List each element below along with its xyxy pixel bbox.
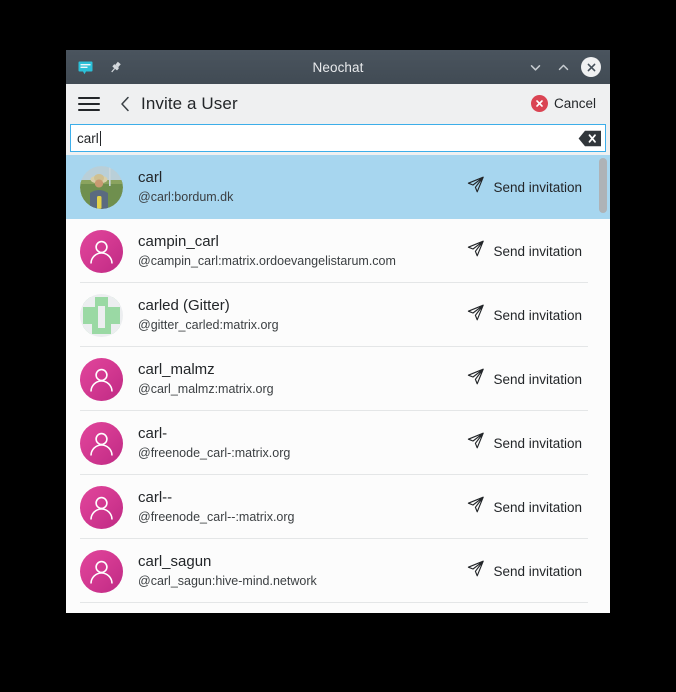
chevron-left-icon[interactable] bbox=[116, 92, 134, 116]
titlebar-left-buttons bbox=[72, 54, 128, 80]
cancel-circle-icon bbox=[530, 95, 548, 112]
close-icon bbox=[581, 57, 601, 77]
send-invitation-label: Send invitation bbox=[493, 435, 582, 451]
user-matrix-id: @carl:bordum.dk bbox=[138, 190, 234, 204]
send-invitation-button[interactable]: Send invitation bbox=[466, 559, 582, 583]
hamburger-bar bbox=[78, 96, 100, 99]
user-text-block: carl- @freenode_carl-:matrix.org bbox=[138, 425, 466, 461]
hamburger-menu-icon[interactable] bbox=[78, 92, 102, 116]
user-avatar-placeholder-icon bbox=[80, 421, 123, 465]
user-text-block: carled (Gitter) @gitter_carled:matrix.org bbox=[138, 297, 466, 333]
user-text-block: carl @carl:bordum.dk bbox=[138, 169, 466, 205]
send-invitation-label: Send invitation bbox=[493, 499, 582, 515]
chat-bubble-icon[interactable] bbox=[72, 54, 98, 80]
chevron-up-icon[interactable] bbox=[550, 54, 576, 80]
user-text-block: carl_sagun @carl_sagun:hive-mind.network bbox=[138, 553, 466, 589]
search-input[interactable]: carl bbox=[70, 124, 606, 152]
user-display-name: carl bbox=[138, 169, 163, 186]
user-matrix-id: @campin_carl:matrix.ordoevangelistarum.c… bbox=[138, 254, 396, 268]
send-invitation-button[interactable]: Send invitation bbox=[466, 495, 582, 519]
page-header: Invite a User Cancel bbox=[66, 84, 610, 124]
window-titlebar[interactable]: Neochat bbox=[66, 50, 610, 84]
send-paper-plane-icon bbox=[466, 559, 485, 583]
send-invitation-label: Send invitation bbox=[493, 371, 582, 387]
user-list-item[interactable]: carl- @freenode_carl-:matrix.org Send inv… bbox=[66, 411, 610, 475]
send-invitation-label: Send invitation bbox=[493, 563, 582, 579]
hamburger-bar bbox=[78, 108, 100, 111]
send-invitation-label: Send invitation bbox=[493, 179, 582, 195]
page-title: Invite a User bbox=[141, 93, 238, 113]
user-display-name: carl-- bbox=[138, 489, 173, 506]
cancel-label: Cancel bbox=[553, 96, 596, 111]
pin-icon[interactable] bbox=[102, 54, 128, 80]
user-matrix-id: @carl_malmz:matrix.org bbox=[138, 382, 274, 396]
send-invitation-button[interactable]: Send invitation bbox=[466, 239, 582, 263]
send-paper-plane-icon bbox=[466, 367, 485, 391]
search-value: carl bbox=[77, 130, 99, 146]
send-paper-plane-icon bbox=[466, 431, 485, 455]
close-button[interactable] bbox=[578, 54, 604, 80]
text-caret bbox=[99, 130, 101, 146]
send-invitation-label: Send invitation bbox=[493, 243, 582, 259]
send-invitation-button[interactable]: Send invitation bbox=[466, 431, 582, 455]
user-text-block: carl_malmz @carl_malmz:matrix.org bbox=[138, 361, 466, 397]
chevron-down-icon[interactable] bbox=[522, 54, 548, 80]
send-paper-plane-icon bbox=[466, 303, 485, 327]
user-display-name: carl_sagun bbox=[138, 553, 212, 570]
user-avatar-identicon bbox=[80, 293, 123, 337]
clear-text-icon[interactable] bbox=[577, 128, 603, 148]
user-avatar-photo bbox=[80, 165, 123, 209]
hamburger-bar bbox=[78, 102, 100, 105]
user-matrix-id: @gitter_carled:matrix.org bbox=[138, 318, 279, 332]
user-list-item[interactable]: carl_sagun @carl_sagun:hive-mind.network … bbox=[66, 539, 610, 603]
send-paper-plane-icon bbox=[466, 495, 485, 519]
send-invitation-button[interactable]: Send invitation bbox=[466, 303, 582, 327]
send-paper-plane-icon bbox=[466, 239, 485, 263]
user-display-name: carled (Gitter) bbox=[138, 297, 230, 314]
window-controls bbox=[522, 54, 604, 80]
application-window: Neochat Invite a User Cancel carl carl @… bbox=[66, 50, 610, 613]
search-row: carl bbox=[66, 124, 610, 155]
scrollbar-thumb[interactable] bbox=[599, 158, 607, 213]
user-list-item[interactable]: carl @carl:bordum.dk Send invitation bbox=[66, 155, 610, 219]
user-avatar-placeholder-icon bbox=[80, 229, 123, 273]
user-display-name: carl- bbox=[138, 425, 168, 442]
user-matrix-id: @freenode_carl-:matrix.org bbox=[138, 446, 291, 460]
user-display-name: campin_carl bbox=[138, 233, 219, 250]
user-avatar-placeholder-icon bbox=[80, 357, 123, 401]
send-invitation-label: Send invitation bbox=[493, 307, 582, 323]
user-results-list[interactable]: carl @carl:bordum.dk Send invitation camp… bbox=[66, 155, 610, 606]
list-scrollbar[interactable] bbox=[599, 155, 607, 606]
user-text-block: carl-- @freenode_carl--:matrix.org bbox=[138, 489, 466, 525]
user-avatar-placeholder-icon bbox=[80, 549, 123, 593]
list-divider bbox=[80, 602, 588, 603]
user-avatar-placeholder-icon bbox=[80, 485, 123, 529]
send-invitation-button[interactable]: Send invitation bbox=[466, 367, 582, 391]
search-value-wrap: carl bbox=[71, 130, 101, 146]
user-list-item[interactable]: campin_carl @campin_carl:matrix.ordoevang… bbox=[66, 219, 610, 283]
user-list-item[interactable]: carl-- @freenode_carl--:matrix.org Send i… bbox=[66, 475, 610, 539]
user-display-name: carl_malmz bbox=[138, 361, 215, 378]
user-list-item[interactable]: carled (Gitter) @gitter_carled:matrix.org… bbox=[66, 283, 610, 347]
user-matrix-id: @freenode_carl--:matrix.org bbox=[138, 510, 295, 524]
user-matrix-id: @carl_sagun:hive-mind.network bbox=[138, 574, 317, 588]
send-paper-plane-icon bbox=[466, 175, 485, 199]
user-list-item[interactable]: carl_malmz @carl_malmz:matrix.org Send in… bbox=[66, 347, 610, 411]
cancel-button[interactable]: Cancel bbox=[527, 93, 600, 114]
user-text-block: campin_carl @campin_carl:matrix.ordoevang… bbox=[138, 233, 466, 269]
send-invitation-button[interactable]: Send invitation bbox=[466, 175, 582, 199]
user-list-inner: carl @carl:bordum.dk Send invitation camp… bbox=[66, 155, 610, 603]
